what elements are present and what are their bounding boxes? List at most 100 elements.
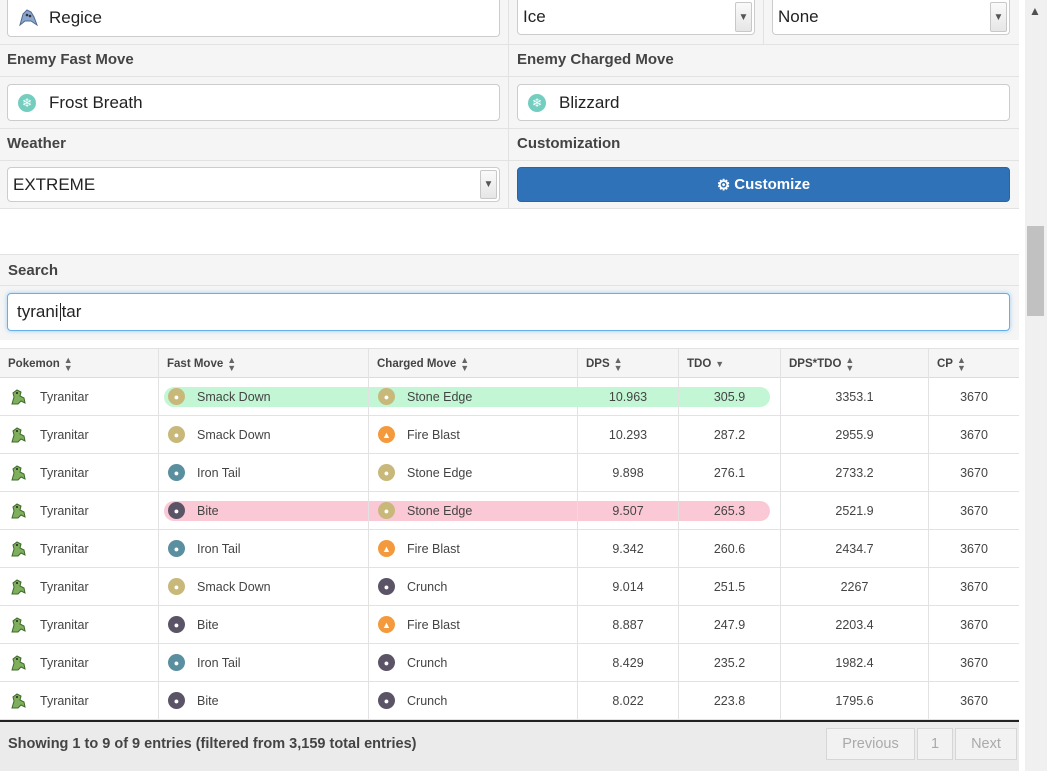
col-header-dpstdo[interactable]: DPS*TDO ▲ ▼ (781, 349, 929, 379)
weather-label: Weather (7, 135, 66, 152)
pokemon-row: Regice Ice ▼ None ▼ (0, 0, 1019, 44)
type1-select[interactable]: Ice ▼ (517, 0, 755, 35)
customize-button[interactable]: ⚙ Customize (517, 167, 1010, 202)
cell-value: Tyranitar (40, 389, 89, 404)
text-caret (59, 303, 61, 321)
search-input[interactable]: tyrani tar (7, 293, 1010, 331)
cell-pokemon: Tyranitar (0, 416, 159, 453)
divider (763, 0, 764, 44)
sort-arrows-icon: ▲ ▼ (460, 355, 470, 373)
cell-tdo: 287.2 (679, 416, 781, 453)
divider (508, 45, 509, 78)
cell-value: 10.963 (608, 389, 648, 404)
dark-type-icon: ● (378, 692, 395, 709)
enemy-charged-field[interactable]: ❄ Blizzard (517, 84, 1010, 121)
col-header-tdo[interactable]: TDO ▼ (679, 349, 781, 379)
table-row: Tyranitar ● Bite ● Crunch 8.022 223.8 1795.6 367… (0, 682, 1019, 720)
col-label: DPS*TDO (789, 358, 842, 370)
cell-fast: ● Smack Down (159, 416, 369, 453)
cell-value: 265.3 (713, 503, 746, 518)
cell-pokemon: Tyranitar (0, 492, 159, 529)
cell-value: Fire Blast (407, 427, 460, 442)
cell-value: 9.014 (612, 579, 644, 594)
rock-type-icon: ● (168, 578, 185, 595)
sort-arrows-icon: ▲ ▼ (613, 355, 623, 373)
chevron-down-icon[interactable]: ▼ (990, 2, 1007, 32)
cell-value: Tyranitar (40, 427, 89, 442)
cell-tdo: 251.5 (679, 568, 781, 605)
cell-value: 2203.4 (835, 617, 874, 632)
type1-value: Ice (523, 7, 546, 26)
cell-value: 2267 (840, 579, 869, 594)
cell-value: Crunch (407, 579, 448, 594)
enemy-fast-field[interactable]: ❄ Frost Breath (7, 84, 500, 121)
cell-dpstdo: 2267 (781, 568, 929, 605)
cell-value: 260.6 (713, 541, 746, 556)
previous-button[interactable]: Previous (826, 728, 915, 760)
type2-select[interactable]: None ▼ (772, 0, 1010, 35)
table-row: Tyranitar ● Iron Tail ▲ Fire Blast 9.342 260.6… (0, 530, 1019, 568)
cell-dpstdo: 1982.4 (781, 644, 929, 681)
cell-cp: 3670 (929, 492, 1019, 529)
cell-pokemon: Tyranitar (0, 644, 159, 681)
sort-arrows-icon: ▲ ▼ (956, 355, 966, 373)
cell-dps: 9.507 (578, 492, 679, 529)
col-label: CP (937, 358, 953, 370)
cell-dpstdo: 2203.4 (781, 606, 929, 643)
pokemon-field[interactable]: Regice (7, 0, 500, 37)
enemy-fast-label: Enemy Fast Move (7, 51, 134, 68)
col-header-cp[interactable]: CP ▲ ▼ (929, 349, 1019, 379)
customize-button-label: Customize (734, 176, 811, 193)
chevron-down-icon[interactable]: ▼ (735, 2, 752, 32)
cell-value: 1982.4 (835, 655, 874, 670)
dark-type-icon: ● (168, 692, 185, 709)
cell-value: Smack Down (197, 389, 271, 404)
col-header-pokemon[interactable]: Pokemon ▲ ▼ (0, 349, 159, 379)
col-label: Fast Move (167, 358, 224, 370)
cell-cp: 3670 (929, 606, 1019, 643)
search-label: Search (8, 262, 59, 279)
col-label: TDO (687, 358, 712, 370)
tyranitar-icon (11, 654, 26, 670)
cell-value: 8.887 (612, 617, 644, 632)
weather-select[interactable]: EXTREME ▼ (7, 167, 500, 202)
col-header-dps[interactable]: DPS ▲ ▼ (578, 349, 679, 379)
cell-dps: 8.022 (578, 682, 679, 719)
divider (508, 0, 509, 44)
cell-value: 9.507 (612, 503, 644, 518)
tyranitar-icon (11, 502, 26, 518)
cell-value: 305.9 (713, 389, 746, 404)
cell-value: 8.022 (612, 693, 644, 708)
table-row: Tyranitar ● Bite ● Stone Edge 9.507 265.3 2521.… (0, 492, 1019, 530)
cell-value: Tyranitar (40, 693, 89, 708)
scroll-up-icon[interactable]: ▲ (1029, 4, 1041, 18)
enemy-label-row: Enemy Fast Move Enemy Charged Move (0, 44, 1019, 78)
cell-dpstdo: 3353.1 (781, 378, 929, 415)
cell-value: Bite (197, 503, 219, 518)
cell-value: 251.5 (713, 579, 746, 594)
pokemon-value: Regice (49, 8, 102, 27)
settings-label-row: Weather Customization (0, 128, 1019, 162)
cell-tdo: 265.3 (679, 492, 781, 529)
cell-tdo: 223.8 (679, 682, 781, 719)
col-label: DPS (586, 358, 610, 370)
next-button[interactable]: Next (955, 728, 1017, 760)
cell-value: 10.293 (608, 427, 648, 442)
scrollbar[interactable]: ▲ (1025, 0, 1047, 771)
scrollbar-thumb[interactable] (1027, 226, 1044, 316)
cell-value: Fire Blast (407, 541, 460, 556)
chevron-down-icon[interactable]: ▼ (480, 170, 497, 199)
divider (508, 129, 509, 162)
col-header-fast-move[interactable]: Fast Move ▲ ▼ (159, 349, 369, 379)
rock-type-icon: ● (168, 388, 185, 405)
page-1-button[interactable]: 1 (917, 728, 953, 760)
cell-value: 9.342 (612, 541, 644, 556)
cell-value: 3670 (960, 541, 988, 556)
cell-value: 2434.7 (835, 541, 874, 556)
rock-type-icon: ● (378, 464, 395, 481)
cell-cp: 3670 (929, 416, 1019, 453)
col-header-charged-move[interactable]: Charged Move ▲ ▼ (369, 349, 578, 379)
cell-value: Iron Tail (197, 541, 241, 556)
dark-type-icon: ● (378, 578, 395, 595)
table-row: Tyranitar ● Bite ▲ Fire Blast 8.887 247.9 2203.… (0, 606, 1019, 644)
